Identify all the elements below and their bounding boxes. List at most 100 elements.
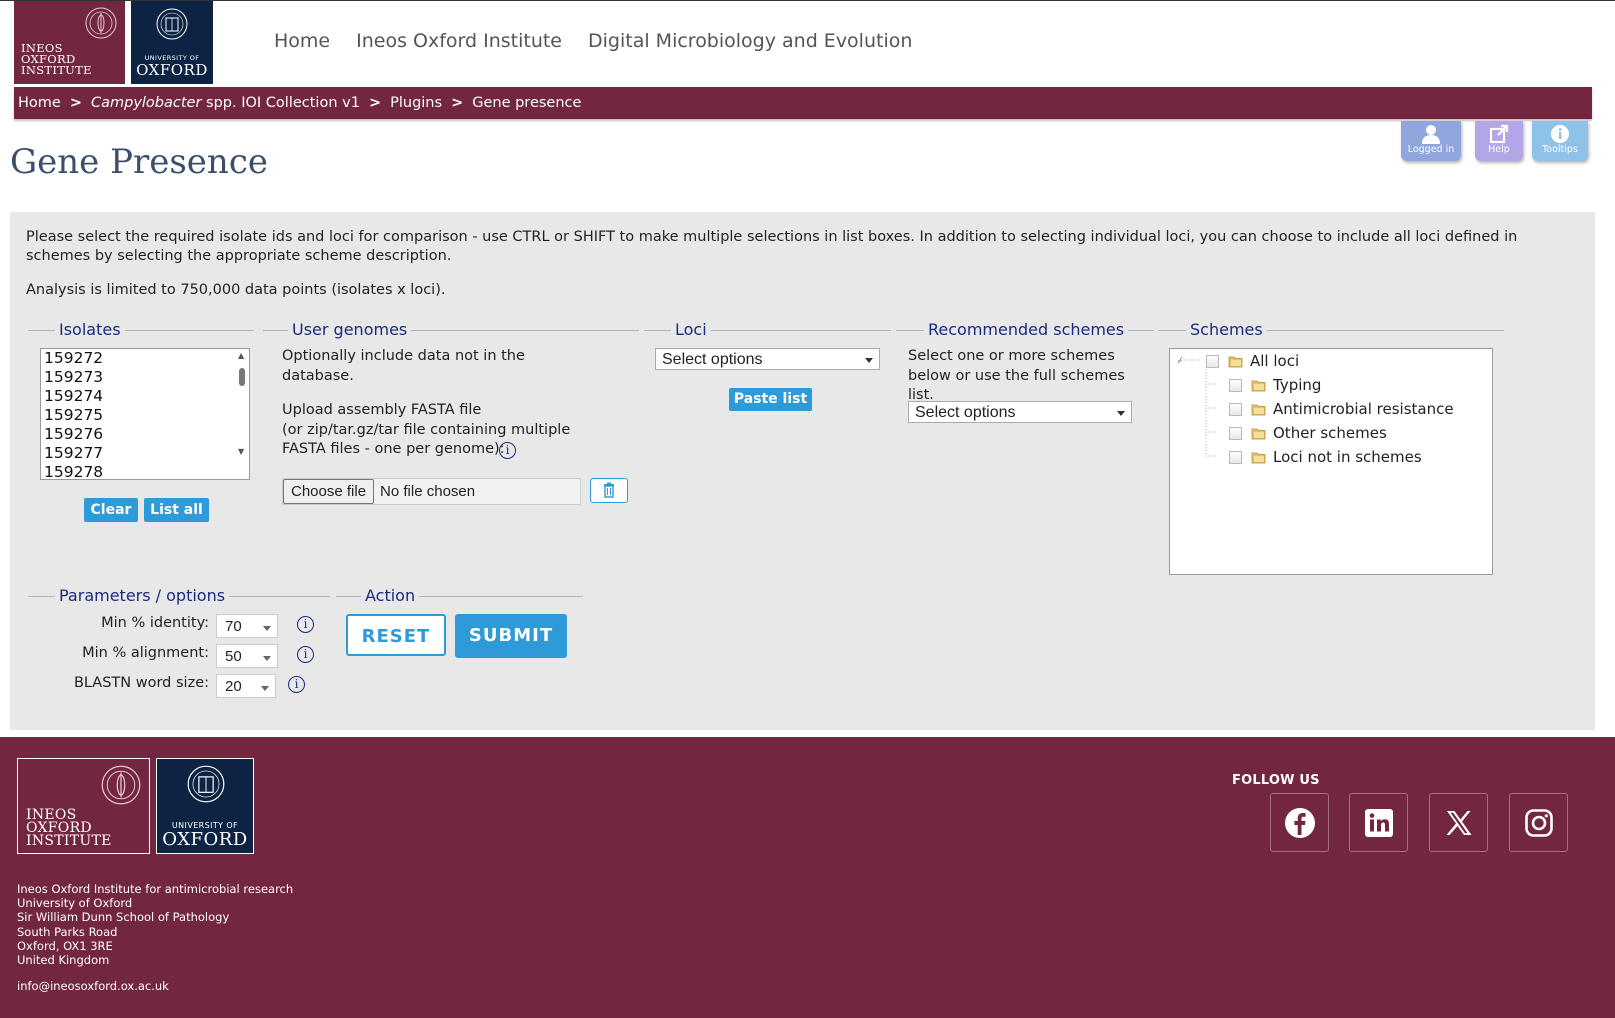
page-title: Gene Presence — [10, 142, 268, 182]
user-genomes-legend: User genomes — [288, 320, 412, 339]
facebook-icon — [1284, 807, 1315, 838]
breadcrumb-current: Gene presence — [472, 95, 582, 111]
params-fieldset: Parameters / options — [28, 586, 330, 605]
breadcrumb-collection-rest: spp. IOI Collection v1 — [206, 95, 360, 111]
breadcrumb-separator: > — [69, 95, 82, 111]
checkbox[interactable] — [1206, 354, 1219, 368]
upload-hint: (or zip/tar.gz/tar file containing multi… — [282, 421, 571, 458]
schemes-fieldset: Schemes — [1158, 320, 1504, 339]
paste-list-button[interactable]: Paste list — [729, 388, 812, 411]
ineos-logo[interactable]: INEOS OXFORD INSTITUTE — [14, 1, 125, 84]
tree-node-amr[interactable]: Antimicrobial resistance — [1229, 400, 1454, 418]
breadcrumb-plugins[interactable]: Plugins — [390, 95, 442, 111]
footer-address: Ineos Oxford Institute for antimicrobial… — [17, 882, 293, 967]
checkbox[interactable] — [1229, 450, 1242, 464]
list-item[interactable]: 159275 — [41, 406, 249, 425]
oxford-logo[interactable]: UNIVERSITY OF OXFORD — [131, 1, 213, 84]
clear-file-button[interactable] — [590, 478, 628, 503]
params-legend: Parameters / options — [55, 586, 230, 605]
address-line: South Parks Road — [17, 924, 118, 939]
linkedin-link[interactable] — [1349, 793, 1408, 852]
nav-home[interactable]: Home — [274, 30, 330, 52]
loci-fieldset: Loci — [644, 320, 891, 339]
x-link[interactable] — [1429, 793, 1488, 852]
word-size-select[interactable]: 20 — [216, 674, 276, 698]
tree-node-typing[interactable]: Typing — [1229, 376, 1321, 394]
recommended-select[interactable]: Select options — [908, 401, 1132, 423]
nav-ineos-oxford-institute[interactable]: Ineos Oxford Institute — [356, 30, 562, 52]
external-link-icon — [1489, 124, 1509, 144]
user-icon — [1422, 125, 1440, 144]
list-item[interactable]: 159273 — [41, 368, 249, 387]
nav-digital-microbiology[interactable]: Digital Microbiology and Evolution — [588, 30, 912, 52]
scrollbar-thumb[interactable] — [239, 368, 245, 386]
min-alignment-label: Min % alignment: — [82, 645, 209, 661]
footer-ineos-logo[interactable]: INEOS OXFORD INSTITUTE — [17, 758, 150, 854]
address-line: Oxford, OX1 3RE — [17, 938, 113, 953]
tooltips-button[interactable]: Tooltips — [1532, 121, 1588, 161]
checkbox[interactable] — [1229, 378, 1242, 392]
isolates-listbox[interactable]: 159272 159273 159274 159275 159276 15927… — [40, 348, 250, 480]
list-item[interactable]: 159276 — [41, 425, 249, 444]
info-icon[interactable]: i — [297, 616, 314, 633]
loci-select[interactable]: Select options — [655, 348, 880, 370]
min-identity-select[interactable]: 70 — [216, 614, 278, 638]
upload-label: Upload assembly FASTA file (or zip/tar.g… — [282, 401, 582, 460]
tree-node-label: Typing — [1273, 376, 1322, 394]
breadcrumb: Home > Campylobacter spp. IOI Collection… — [14, 87, 1592, 119]
isolates-legend: Isolates — [55, 320, 125, 339]
submit-button[interactable]: SUBMIT — [455, 614, 567, 658]
address-line: Ineos Oxford Institute for antimicrobial… — [17, 882, 294, 896]
info-circle-icon — [1551, 125, 1569, 143]
recommended-description: Select one or more schemes below or use … — [908, 348, 1125, 403]
choose-file-button[interactable]: Choose file — [283, 479, 375, 504]
oxford-crest-icon — [187, 765, 225, 803]
tree-node-label: Other schemes — [1273, 424, 1387, 442]
instagram-link[interactable] — [1509, 793, 1568, 852]
recommended-legend: Recommended schemes — [924, 320, 1129, 339]
footer-oxford-logo[interactable]: UNIVERSITY OF OXFORD — [156, 758, 254, 854]
min-alignment-select[interactable]: 50 — [216, 644, 278, 668]
folder-icon — [1251, 428, 1266, 440]
breadcrumb-collection[interactable]: Campylobacter spp. IOI Collection v1 — [91, 95, 360, 111]
footer-oxford-big: OXFORD — [162, 829, 248, 850]
footer-ineos-word: INSTITUTE — [26, 833, 112, 849]
clear-button[interactable]: Clear — [84, 498, 138, 522]
folder-icon — [1251, 452, 1266, 464]
checkbox[interactable] — [1229, 402, 1242, 416]
list-item[interactable]: 159274 — [41, 387, 249, 406]
listbox-scrollbar[interactable]: ▲ ▼ — [235, 349, 249, 479]
folder-icon — [1251, 404, 1266, 416]
action-legend: Action — [361, 586, 420, 605]
footer: INEOS OXFORD INSTITUTE UNIVERSITY OF OXF… — [0, 737, 1615, 1018]
info-icon[interactable]: i — [288, 676, 305, 693]
oxford-logo-big: OXFORD — [136, 61, 208, 79]
list-all-button[interactable]: List all — [144, 498, 209, 522]
list-item[interactable]: 159272 — [41, 349, 249, 368]
tree-node-label: All loci — [1250, 352, 1300, 370]
tree-node-not-in-schemes[interactable]: Loci not in schemes — [1229, 448, 1422, 466]
facebook-link[interactable] — [1270, 793, 1329, 852]
address-line: University of Oxford — [17, 896, 133, 911]
logged-in-button[interactable]: Logged in — [1401, 121, 1461, 161]
tree-node-all-loci[interactable]: All loci — [1206, 352, 1299, 370]
footer-email[interactable]: info@ineosoxford.ox.ac.uk — [17, 979, 169, 993]
scroll-up-icon[interactable]: ▲ — [238, 351, 244, 360]
list-item[interactable]: 159277 — [41, 444, 249, 463]
scroll-down-icon[interactable]: ▼ — [238, 447, 244, 456]
info-icon[interactable]: i — [499, 442, 516, 459]
tree-node-other[interactable]: Other schemes — [1229, 424, 1387, 442]
breadcrumb-separator: > — [451, 95, 464, 111]
address-line: Sir William Dunn School of Pathology — [17, 910, 230, 925]
help-button[interactable]: Help — [1475, 121, 1523, 161]
info-icon[interactable]: i — [297, 646, 314, 663]
top-nav: Home Ineos Oxford Institute Digital Micr… — [274, 30, 912, 52]
breadcrumb-home[interactable]: Home — [18, 95, 61, 111]
schemes-legend: Schemes — [1186, 320, 1267, 339]
list-item[interactable]: 159278 — [41, 463, 249, 479]
reset-button[interactable]: RESET — [346, 614, 446, 656]
file-input[interactable]: Choose file No file chosen — [282, 478, 581, 505]
checkbox[interactable] — [1229, 426, 1242, 440]
chevron-down-icon — [1117, 411, 1125, 416]
schemes-tree[interactable]: All loci Typing Antimicrobial resistance… — [1169, 348, 1493, 575]
